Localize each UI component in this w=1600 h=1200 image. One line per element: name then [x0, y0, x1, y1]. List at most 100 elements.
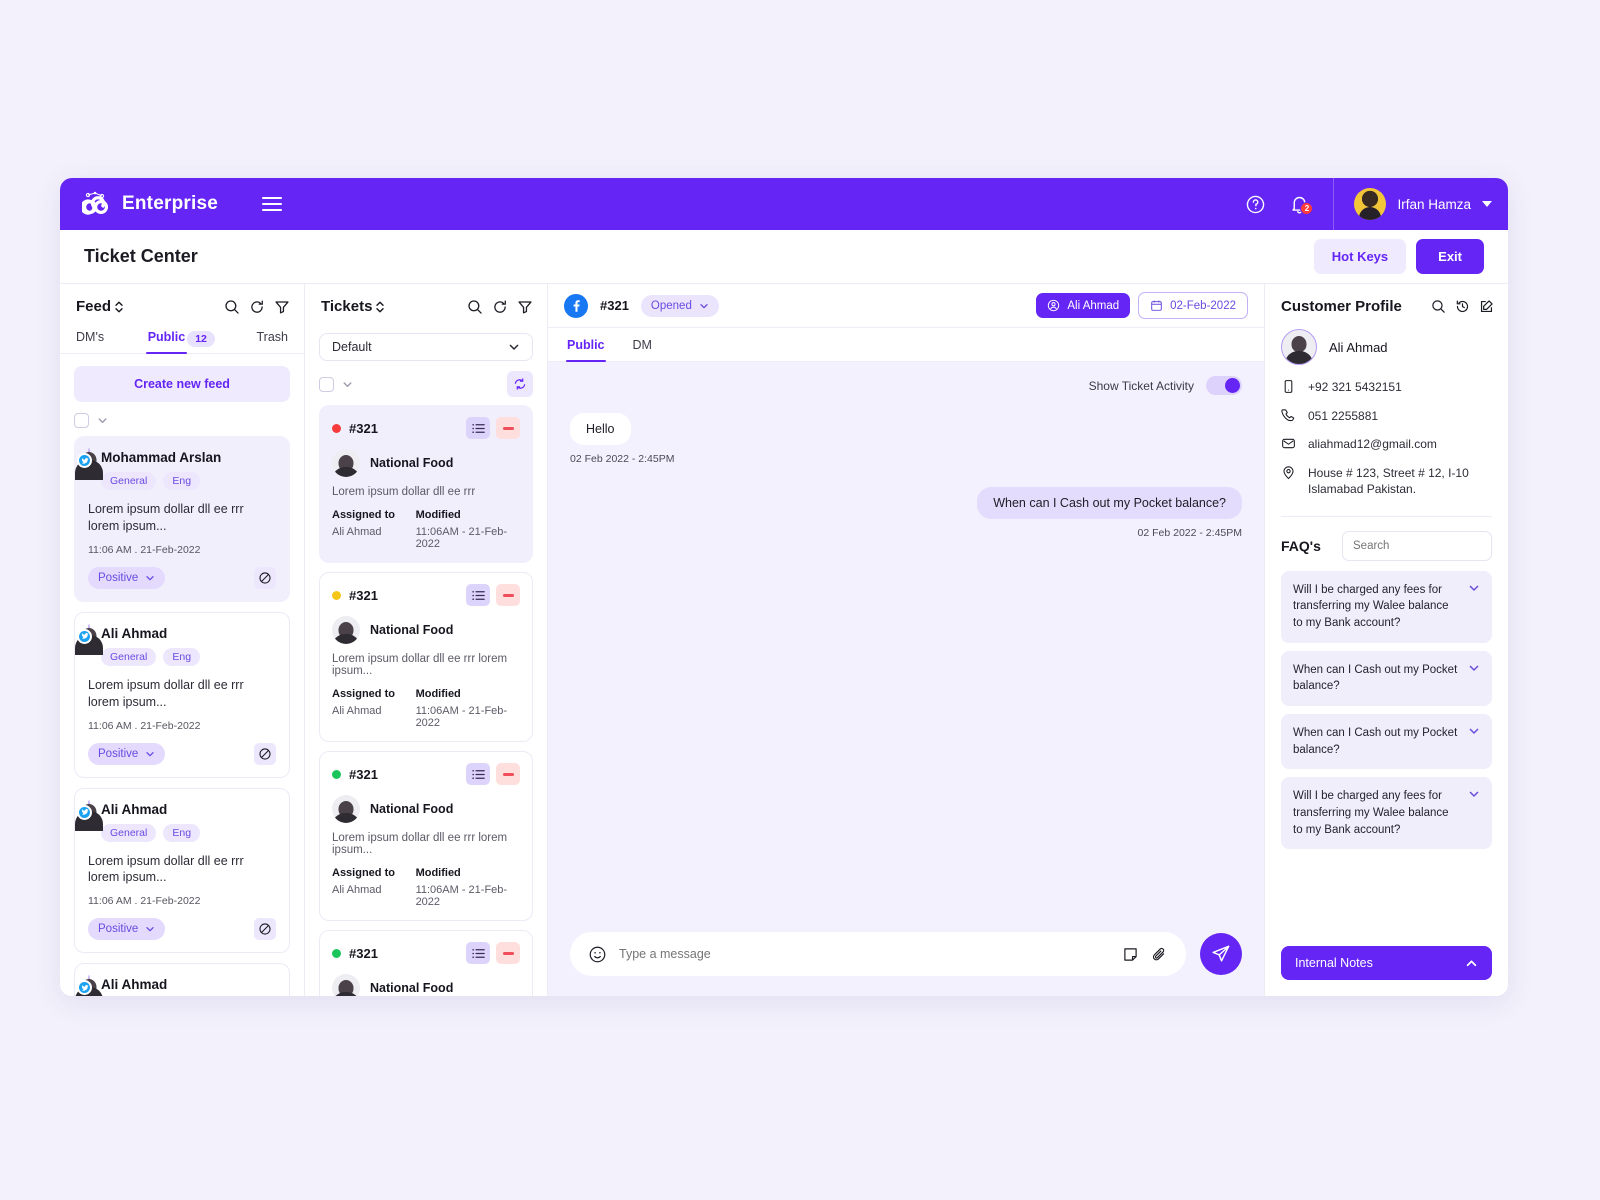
- list-item[interactable]: When can I Cash out my Pocket balance?: [1281, 714, 1492, 770]
- list-item[interactable]: Will I be charged any fees for transferr…: [1281, 777, 1492, 850]
- edit-icon[interactable]: [1479, 299, 1494, 314]
- list-view-icon[interactable]: [466, 763, 490, 786]
- filter-icon[interactable]: [517, 299, 533, 315]
- chevron-down-icon[interactable]: [1468, 788, 1480, 800]
- list-item[interactable]: When can I Cash out my Pocket balance?: [1281, 650, 1492, 707]
- history-icon[interactable]: [1455, 299, 1470, 314]
- faq-search-input[interactable]: [1353, 539, 1507, 552]
- block-icon[interactable]: [254, 566, 276, 589]
- chevron-down-icon[interactable]: [342, 379, 353, 390]
- minimize-icon[interactable]: [496, 942, 520, 965]
- search-icon[interactable]: [467, 299, 483, 315]
- list-item[interactable]: Will I be charged any fees for transferr…: [1281, 570, 1492, 643]
- filter-icon[interactable]: [274, 299, 290, 315]
- hamburger-icon[interactable]: [261, 197, 282, 211]
- send-button[interactable]: [1200, 933, 1242, 975]
- faq-list[interactable]: Will I be charged any fees for transferr…: [1265, 570, 1508, 946]
- tab-public[interactable]: Public: [566, 328, 606, 362]
- paperclip-icon[interactable]: [1151, 946, 1168, 963]
- list-view-icon[interactable]: [466, 942, 490, 965]
- list-item[interactable]: Ali Ahmad General Eng Lorem ipsum dollar…: [74, 963, 290, 996]
- block-icon[interactable]: [254, 918, 276, 941]
- profile-header-icons: [1431, 299, 1494, 314]
- page-title: Ticket Center: [84, 246, 198, 266]
- chevron-down-icon[interactable]: [1468, 662, 1480, 674]
- chevron-down-icon[interactable]: [97, 415, 108, 426]
- message-list[interactable]: Show Ticket Activity Hello 02 Feb 2022 -…: [548, 362, 1264, 920]
- list-item[interactable]: Ali Ahmad General Eng Lorem ipsum dollar…: [74, 611, 290, 778]
- refresh-icon[interactable]: [249, 299, 265, 315]
- tab-public-label: Public: [147, 330, 186, 344]
- search-icon[interactable]: [224, 299, 240, 315]
- sentiment-dropdown[interactable]: Positive: [88, 566, 166, 589]
- internal-notes-bar[interactable]: Internal Notes: [1281, 946, 1492, 980]
- feed-card-name: Mohammad Arslan: [101, 450, 222, 465]
- table-row[interactable]: #321 National Food Lorem ipsum dollar dl…: [319, 572, 533, 743]
- conversation-tabs: Public DM: [548, 328, 1264, 362]
- feed-card-chips: General Eng: [101, 472, 221, 490]
- tab-dms[interactable]: DM's: [74, 325, 106, 353]
- due-date-chip[interactable]: 02-Feb-2022: [1138, 292, 1248, 319]
- show-ticket-activity-toggle[interactable]: [1206, 376, 1242, 395]
- minimize-icon[interactable]: [496, 417, 520, 440]
- chevron-down-icon[interactable]: [1468, 582, 1480, 594]
- list-item[interactable]: Mohammad Arslan General Eng Lorem ipsum …: [74, 436, 290, 602]
- list-view-icon[interactable]: [466, 417, 490, 440]
- tickets-list[interactable]: #321 National Food Lorem ipsum dollar dl…: [305, 405, 547, 996]
- send-icon: [1212, 945, 1230, 962]
- profile-title: Customer Profile: [1281, 298, 1402, 315]
- chevron-down-icon[interactable]: [1468, 725, 1480, 737]
- tab-dm[interactable]: DM: [632, 328, 653, 361]
- composer[interactable]: [570, 932, 1186, 976]
- chevron-down-icon: [146, 927, 154, 932]
- contact-email-value: aliahmad12@gmail.com: [1308, 437, 1437, 452]
- list-item[interactable]: Ali Ahmad General Eng Lorem ipsum dollar…: [74, 787, 290, 954]
- phone-icon: [1281, 408, 1296, 423]
- assignee-chip[interactable]: Ali Ahmad: [1036, 293, 1131, 318]
- tab-trash[interactable]: Trash: [255, 325, 291, 353]
- hot-keys-button[interactable]: Hot Keys: [1313, 239, 1407, 274]
- message-input[interactable]: [619, 947, 1110, 961]
- chevron-down-icon: [700, 303, 708, 308]
- sort-updown-icon[interactable]: [114, 300, 124, 314]
- select-all-checkbox[interactable]: [319, 376, 334, 392]
- exit-button[interactable]: Exit: [1416, 239, 1484, 274]
- ticket-meta: Assigned to Ali Ahmad Modified 11:06AM -…: [332, 867, 520, 908]
- note-icon[interactable]: [1122, 946, 1139, 963]
- status-badge: [332, 423, 341, 433]
- feed-card-chips: General Eng: [101, 823, 201, 842]
- sort-updown-icon[interactable]: [375, 300, 385, 314]
- tickets-title: Tickets: [321, 298, 373, 315]
- table-row[interactable]: #321 National Food Lorem ipsum dollar dl…: [319, 751, 533, 922]
- user-menu[interactable]: Irfan Hamza: [1333, 178, 1508, 230]
- block-icon[interactable]: [254, 742, 276, 765]
- minimize-icon[interactable]: [496, 763, 520, 786]
- avatar: [332, 449, 360, 478]
- sentiment-dropdown[interactable]: Positive: [88, 918, 166, 941]
- faq-search[interactable]: [1342, 530, 1507, 561]
- help-circle-icon[interactable]: [1233, 194, 1277, 215]
- table-row[interactable]: #321 National Food Lorem ipsum dollar dl…: [319, 405, 533, 564]
- feed-title-group[interactable]: Feed: [76, 298, 124, 315]
- feed-list[interactable]: Mohammad Arslan General Eng Lorem ipsum …: [60, 436, 304, 996]
- refresh-tickets-button[interactable]: [507, 371, 533, 398]
- table-row[interactable]: #321 National Food Lorem ipsum dollar dl…: [319, 930, 533, 996]
- bell-icon[interactable]: 2: [1277, 194, 1321, 215]
- minimize-icon[interactable]: [496, 584, 520, 607]
- smiley-icon[interactable]: [588, 945, 607, 964]
- refresh-icon[interactable]: [492, 299, 508, 315]
- search-icon[interactable]: [1431, 299, 1446, 314]
- internal-notes-label: Internal Notes: [1295, 956, 1373, 970]
- tickets-title-group[interactable]: Tickets: [321, 298, 385, 315]
- brand-name: Enterprise: [122, 193, 218, 214]
- sentiment-dropdown[interactable]: Positive: [88, 742, 166, 765]
- list-view-icon[interactable]: [466, 584, 490, 607]
- tab-public[interactable]: Public: [145, 325, 188, 354]
- feed-card-timestamp: 11:06 AM . 21-Feb-2022: [88, 895, 201, 908]
- tab-dm-label: DM: [632, 338, 652, 352]
- create-new-feed-button[interactable]: Create new feed: [74, 366, 290, 402]
- avatar: [332, 974, 360, 996]
- tickets-filter-select[interactable]: Default: [319, 333, 533, 362]
- ticket-status-dropdown[interactable]: Opened: [640, 294, 719, 317]
- select-all-checkbox[interactable]: [74, 413, 89, 428]
